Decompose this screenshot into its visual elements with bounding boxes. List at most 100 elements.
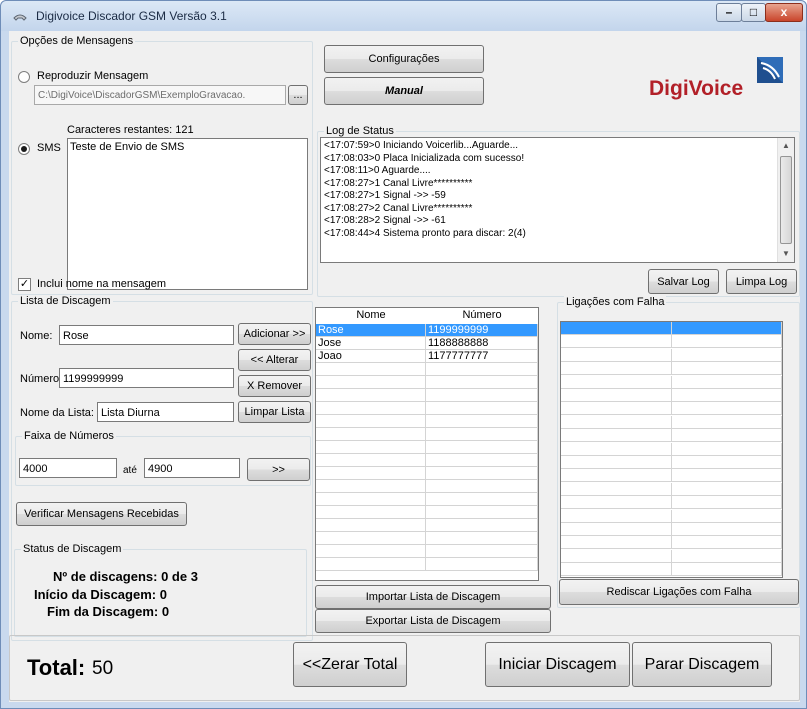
failed-name-cell[interactable]: [561, 389, 672, 402]
contact-name-cell[interactable]: [316, 402, 426, 415]
contact-name-cell[interactable]: Rose: [316, 324, 426, 337]
table-row[interactable]: [316, 454, 538, 467]
failed-number-cell[interactable]: [672, 389, 782, 402]
minimize-button[interactable]: –: [716, 3, 742, 22]
failed-name-cell[interactable]: [561, 469, 672, 483]
table-row[interactable]: [561, 456, 782, 469]
contact-name-cell[interactable]: [316, 558, 426, 571]
failed-name-cell[interactable]: [561, 322, 672, 335]
table-row[interactable]: [561, 375, 782, 389]
remove-button[interactable]: X Remover: [238, 375, 311, 397]
table-row[interactable]: [561, 362, 782, 376]
contact-name-cell[interactable]: [316, 467, 426, 480]
contact-number-cell[interactable]: [426, 454, 538, 467]
table-row[interactable]: Jose 1188888888: [316, 337, 538, 350]
contact-name-cell[interactable]: [316, 532, 426, 545]
col-header-name[interactable]: Nome: [316, 309, 426, 321]
add-button[interactable]: Adicionar >>: [238, 323, 311, 345]
table-row[interactable]: [561, 549, 782, 563]
contact-number-cell[interactable]: [426, 532, 538, 545]
table-row[interactable]: [561, 415, 782, 429]
contact-number-cell[interactable]: [426, 506, 538, 519]
scroll-up-icon[interactable]: ▲: [778, 138, 794, 154]
table-row[interactable]: [561, 482, 782, 496]
number-input[interactable]: 1199999999: [59, 368, 234, 388]
contact-name-cell[interactable]: [316, 389, 426, 402]
contact-number-cell[interactable]: 1188888888: [426, 337, 538, 350]
failed-name-cell[interactable]: [561, 415, 672, 429]
failed-name-cell[interactable]: [561, 429, 672, 443]
table-row[interactable]: [561, 509, 782, 523]
contact-name-cell[interactable]: [316, 454, 426, 467]
table-row[interactable]: [316, 467, 538, 480]
failed-name-cell[interactable]: [561, 375, 672, 389]
play-message-radio[interactable]: [18, 71, 30, 83]
reset-total-button[interactable]: <<Zerar Total: [293, 642, 407, 687]
include-name-checkbox[interactable]: ✓: [18, 278, 31, 291]
table-row[interactable]: [316, 376, 538, 389]
failed-name-cell[interactable]: [561, 496, 672, 510]
contact-name-cell[interactable]: [316, 376, 426, 389]
contacts-grid[interactable]: Nome Número Rose 1199999999 Jose 1188888888…: [315, 307, 539, 581]
failed-number-cell[interactable]: [672, 442, 782, 456]
table-row[interactable]: [316, 480, 538, 493]
contact-number-cell[interactable]: [426, 467, 538, 480]
contact-number-cell[interactable]: [426, 402, 538, 415]
table-row[interactable]: [316, 506, 538, 519]
table-row[interactable]: [561, 496, 782, 510]
import-list-button[interactable]: Importar Lista de Discagem: [315, 585, 551, 609]
range-from-input[interactable]: 4000: [19, 458, 117, 478]
sms-text-area[interactable]: Teste de Envio de SMS: [67, 138, 308, 290]
close-button[interactable]: x: [765, 3, 803, 22]
scroll-thumb[interactable]: [780, 156, 792, 244]
contact-number-cell[interactable]: [426, 376, 538, 389]
failed-number-cell[interactable]: [672, 509, 782, 523]
start-dialing-button[interactable]: Iniciar Discagem: [485, 642, 630, 687]
manual-button[interactable]: Manual: [324, 77, 484, 105]
failed-name-cell[interactable]: [561, 549, 672, 563]
table-row[interactable]: [561, 442, 782, 456]
contact-number-cell[interactable]: [426, 519, 538, 532]
failed-name-cell[interactable]: [561, 335, 672, 349]
failed-number-cell[interactable]: [672, 362, 782, 376]
contact-number-cell[interactable]: [426, 363, 538, 376]
table-row[interactable]: [316, 363, 538, 376]
failed-number-cell[interactable]: [672, 482, 782, 496]
table-row[interactable]: [561, 335, 782, 349]
failed-name-cell[interactable]: [561, 362, 672, 376]
maximize-button[interactable]: □: [741, 3, 766, 22]
stop-dialing-button[interactable]: Parar Discagem: [632, 642, 772, 687]
failed-number-cell[interactable]: [672, 523, 782, 536]
failed-name-cell[interactable]: [561, 442, 672, 456]
table-row[interactable]: [316, 415, 538, 428]
contact-number-cell[interactable]: 1177777777: [426, 350, 538, 363]
settings-button[interactable]: Configurações: [324, 45, 484, 73]
table-row[interactable]: [561, 402, 782, 416]
table-row[interactable]: [561, 523, 782, 536]
contact-name-cell[interactable]: Jose: [316, 337, 426, 350]
browse-button[interactable]: ...: [288, 85, 308, 105]
clear-list-button[interactable]: Limpar Lista: [238, 401, 311, 423]
failed-name-cell[interactable]: [561, 482, 672, 496]
contact-name-cell[interactable]: [316, 545, 426, 558]
table-row[interactable]: [316, 389, 538, 402]
contact-name-cell[interactable]: [316, 428, 426, 441]
contact-name-cell[interactable]: [316, 441, 426, 454]
contact-number-cell[interactable]: [426, 545, 538, 558]
contact-name-cell[interactable]: Joao: [316, 350, 426, 363]
failed-name-cell[interactable]: [561, 536, 672, 550]
failed-number-cell[interactable]: [672, 456, 782, 469]
failed-calls-grid[interactable]: [560, 321, 783, 578]
contact-number-cell[interactable]: [426, 389, 538, 402]
table-row[interactable]: [561, 563, 782, 577]
contact-name-cell[interactable]: [316, 493, 426, 506]
contact-name-cell[interactable]: [316, 506, 426, 519]
failed-name-cell[interactable]: [561, 563, 672, 577]
failed-number-cell[interactable]: [672, 375, 782, 389]
log-scrollbar[interactable]: ▲ ▼: [777, 138, 794, 262]
export-list-button[interactable]: Exportar Lista de Discagem: [315, 609, 551, 633]
table-row[interactable]: [316, 532, 538, 545]
table-row[interactable]: [561, 536, 782, 550]
failed-number-cell[interactable]: [672, 402, 782, 416]
col-header-number[interactable]: Número: [426, 309, 538, 321]
